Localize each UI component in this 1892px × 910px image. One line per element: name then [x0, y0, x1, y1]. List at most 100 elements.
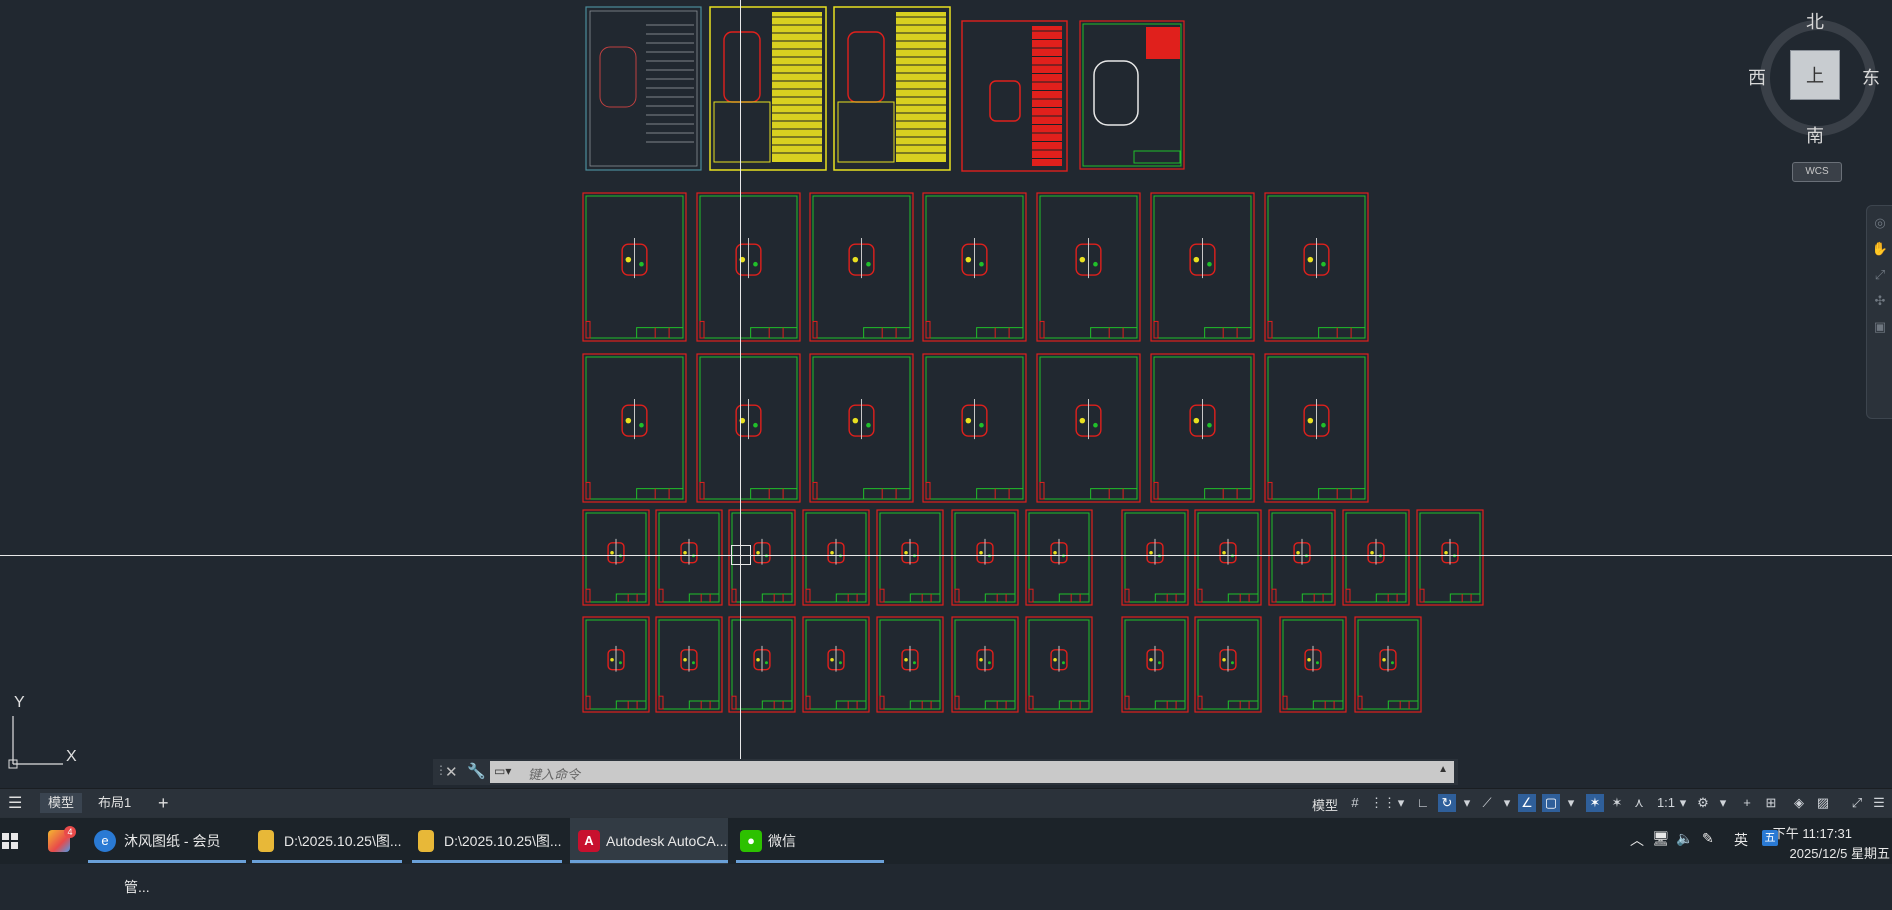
command-customize-icon[interactable]: 🔧	[467, 762, 486, 780]
navigation-bar[interactable]: ◎ ✋ ⤢ ✣ ▣	[1866, 205, 1892, 419]
drawing-sheets	[582, 6, 1484, 713]
sheet-row3-7	[1264, 353, 1369, 503]
sheet-row4-1	[582, 509, 650, 606]
pen-icon[interactable]: ✎	[1702, 830, 1714, 847]
sheet-row4-8	[1121, 509, 1189, 606]
units-icon[interactable]: ⊞	[1762, 794, 1780, 812]
sheet-row3-2	[696, 353, 801, 503]
viewcube-south[interactable]: 南	[1806, 122, 1824, 148]
sheet-row4-9	[1194, 509, 1262, 606]
sheet-row4-7	[1025, 509, 1093, 606]
folder-icon	[418, 830, 434, 852]
recent-commands-icon[interactable]: ▭▾	[494, 764, 511, 778]
sheet-row5-3	[728, 616, 796, 713]
show-hidden-icons-chevron-icon[interactable]: ︿	[1630, 830, 1644, 850]
clock-time[interactable]: 下午 11:17:31	[1773, 823, 1852, 842]
tab-layout1[interactable]: 布局1	[90, 793, 139, 813]
grid-icon[interactable]: #	[1346, 794, 1364, 812]
workspace-gear-icon[interactable]: ⚙	[1694, 794, 1712, 812]
clock-date[interactable]: 2025/12/5 星期五	[1790, 843, 1890, 862]
volume-muted-icon[interactable]: 🔈	[1676, 830, 1693, 847]
ime-language-indicator[interactable]: 英	[1734, 830, 1748, 850]
clean-screen-icon[interactable]: ⤢	[1848, 794, 1866, 812]
viewcube-west[interactable]: 西	[1748, 64, 1766, 90]
taskbar-item-browser[interactable]: e 沐风图纸 - 会员管...	[88, 818, 246, 895]
viewcube[interactable]: 上 北 南 东 西	[1748, 12, 1880, 147]
taskbar-item-label: Autodesk AutoCA...	[606, 833, 728, 849]
annotation-scale-icon[interactable]: ⋏	[1630, 794, 1648, 812]
drawing-canvas[interactable]: 上 北 南 东 西 WCS ◎ ✋ ⤢ ✣ ▣ Y X ⋮ ✕ 🔧 ▭▾ 键入命…	[0, 0, 1892, 785]
isodraft-dropdown-icon[interactable]: ▾	[1498, 794, 1516, 812]
sheet-row4-6	[951, 509, 1019, 606]
command-history-icon[interactable]: ▲	[1438, 764, 1448, 775]
sheet-row2-3	[809, 192, 914, 342]
auto-scale-icon[interactable]: ✶	[1608, 794, 1626, 812]
menu-icon[interactable]: ☰	[8, 793, 22, 813]
taskbar-item-label: 微信	[768, 833, 796, 849]
sheet-row5-11	[1354, 616, 1422, 713]
steering-wheel-icon[interactable]: ◎	[1871, 214, 1889, 232]
sheet-row3-3	[809, 353, 914, 503]
polar-dropdown-icon[interactable]: ▾	[1458, 794, 1476, 812]
customization-icon[interactable]: ☰	[1870, 794, 1888, 812]
taskbar-item-autocad[interactable]: A Autodesk AutoCA...	[570, 818, 728, 864]
snap-icon[interactable]: ⋮⋮	[1370, 794, 1396, 812]
sheet-row2-1	[582, 192, 687, 342]
tab-model[interactable]: 模型	[40, 793, 83, 813]
snap-dropdown-icon[interactable]: ▾	[1392, 794, 1410, 812]
object-snap-icon[interactable]: ▢	[1542, 794, 1560, 812]
viewcube-north[interactable]: 北	[1806, 8, 1824, 34]
sheet-row4-4	[802, 509, 870, 606]
autocad-icon: A	[578, 830, 600, 852]
model-space-button[interactable]: 模型	[1312, 795, 1338, 814]
scale-dropdown-icon[interactable]: ▾	[1674, 794, 1692, 812]
notification-badge: 4	[64, 826, 76, 838]
object-snap-tracking-icon[interactable]: ∠	[1518, 794, 1536, 812]
sheet-row3-5	[1036, 353, 1141, 503]
windows-start-icon[interactable]	[2, 833, 18, 849]
sheet-row2-7	[1264, 192, 1369, 342]
sheet-row5-9	[1194, 616, 1262, 713]
annotation-visibility-icon[interactable]: ✶	[1586, 794, 1604, 812]
showmotion-icon[interactable]: ▣	[1871, 318, 1889, 336]
browser-e-icon: e	[94, 830, 116, 852]
polar-icon[interactable]: ↻	[1438, 794, 1456, 812]
taskbar-item-label: D:\2025.10.25\图...	[284, 833, 402, 849]
taskbar-item-folder-1[interactable]: D:\2025.10.25\图...	[252, 818, 402, 864]
command-input[interactable]: ▭▾ 键入命令 ▲	[490, 761, 1454, 783]
sheet-row5-2	[655, 616, 723, 713]
ortho-icon[interactable]: ∟	[1414, 794, 1432, 812]
orbit-icon[interactable]: ✣	[1871, 292, 1889, 310]
isodraft-icon[interactable]: ⟋	[1478, 794, 1496, 812]
workspace-dropdown-icon[interactable]: ▾	[1714, 794, 1732, 812]
taskbar-item-wechat[interactable]: ● 微信	[736, 818, 884, 864]
isolate-objects-icon[interactable]: ◈	[1790, 794, 1808, 812]
command-placeholder: 键入命令	[528, 767, 581, 782]
ucs-y-label: Y	[14, 694, 25, 711]
sheet-row2-2	[696, 192, 801, 342]
zoom-extents-icon[interactable]: ⤢	[1871, 266, 1889, 284]
sheet-row3-4	[922, 353, 1027, 503]
sheet-row5-6	[951, 616, 1019, 713]
network-icon[interactable]: 🖥	[1652, 830, 1670, 847]
pan-hand-icon[interactable]: ✋	[1871, 240, 1889, 258]
sheet-row2-5	[1036, 192, 1141, 342]
sheet-row5-10	[1279, 616, 1347, 713]
wcs-menu-button[interactable]: WCS	[1792, 162, 1842, 182]
sheet-row4-2	[655, 509, 723, 606]
wechat-icon: ●	[740, 830, 762, 852]
ucs-icon: Y X	[8, 694, 88, 770]
object-snap-dropdown-icon[interactable]: ▾	[1562, 794, 1580, 812]
annotation-monitor-icon[interactable]: +	[1738, 794, 1756, 812]
sheet-row2-6	[1150, 192, 1255, 342]
taskbar-item-label: D:\2025.10.25\图...	[444, 833, 562, 849]
add-layout-button[interactable]: +	[150, 793, 177, 813]
viewcube-east[interactable]: 东	[1862, 64, 1880, 90]
command-close-icon[interactable]: ✕	[445, 763, 458, 781]
sheet-row4-12	[1416, 509, 1484, 606]
taskbar-item-label: 沐风图纸 - 会员管...	[124, 833, 221, 895]
viewcube-top-face[interactable]: 上	[1790, 50, 1840, 100]
command-line: ⋮ ✕ 🔧 ▭▾ 键入命令 ▲	[433, 759, 1458, 785]
graphics-performance-icon[interactable]: ▨	[1814, 794, 1832, 812]
taskbar-item-folder-2[interactable]: D:\2025.10.25\图...	[412, 818, 562, 864]
